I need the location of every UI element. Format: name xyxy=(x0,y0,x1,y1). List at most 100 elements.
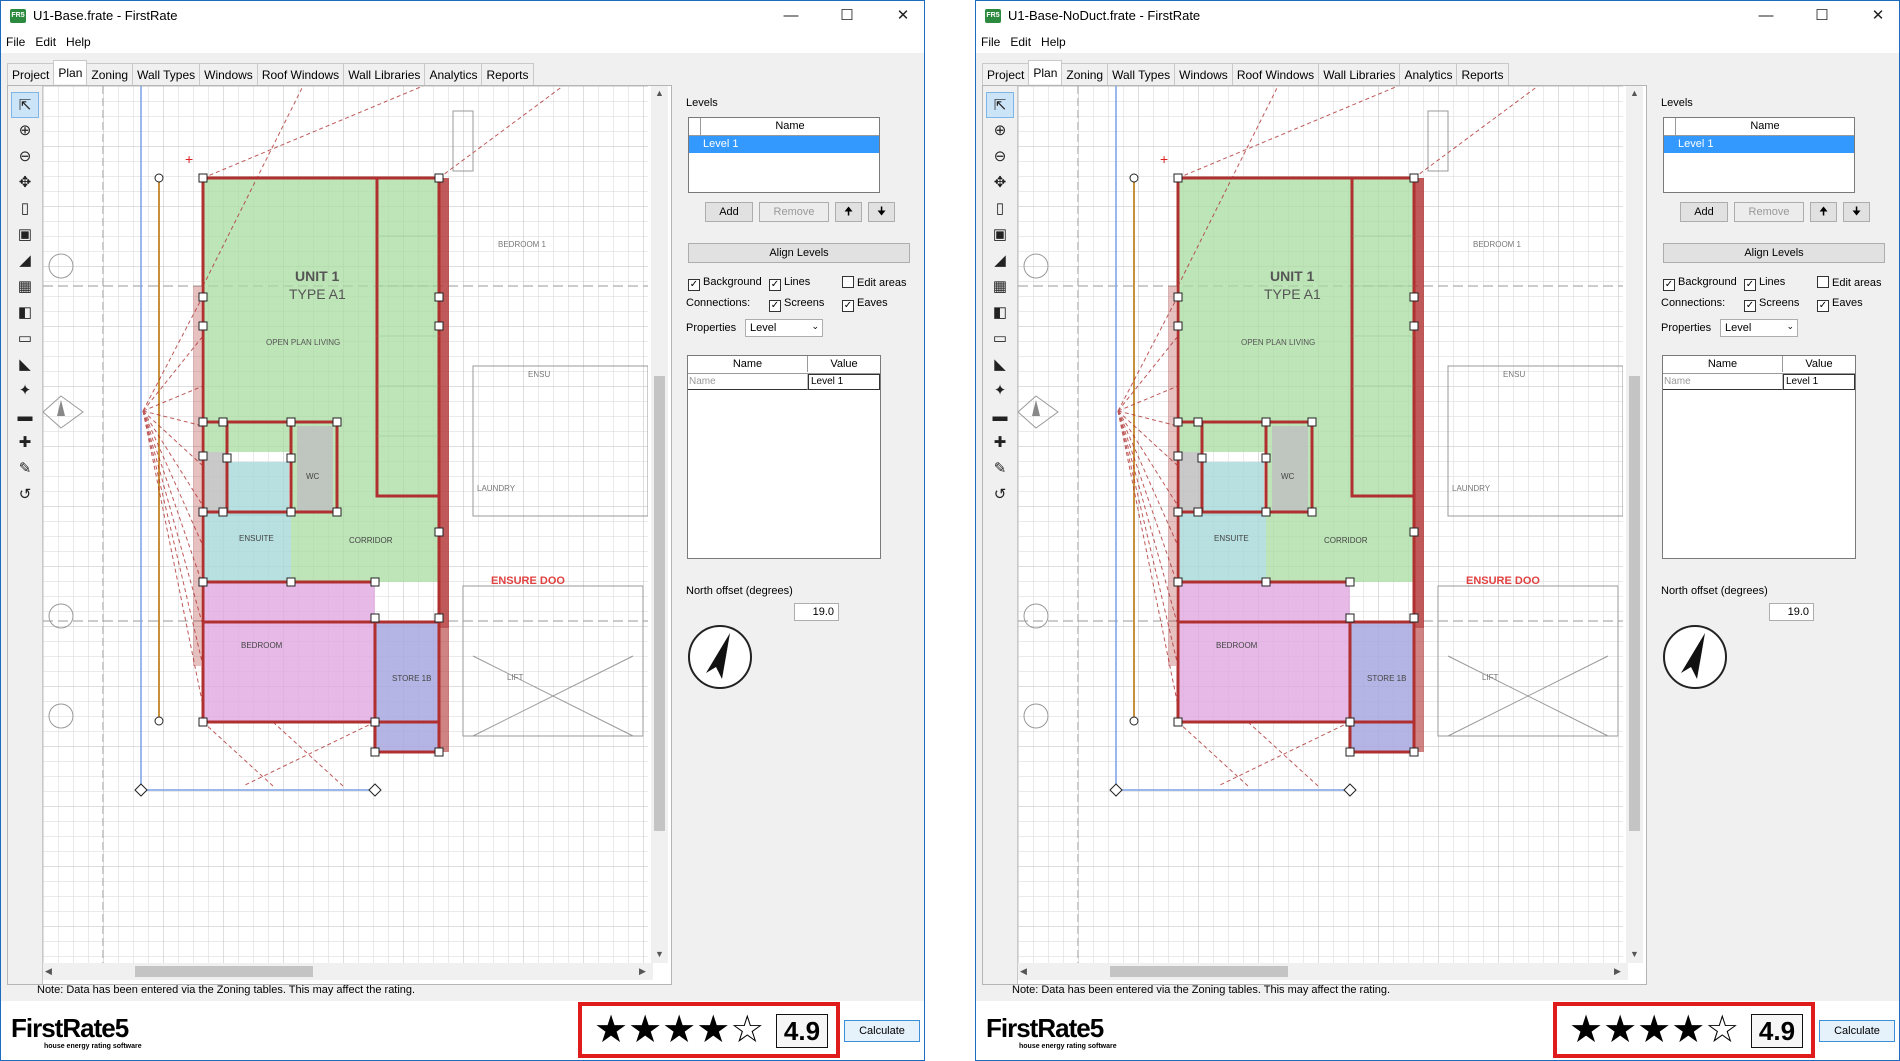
move-down-button[interactable]: 🠋 xyxy=(1843,202,1870,222)
tab-project[interactable]: Project xyxy=(982,63,1030,85)
draw-zone-icon[interactable]: ▣ xyxy=(986,222,1014,248)
add-level-button[interactable]: Add xyxy=(705,202,753,222)
tab-analytics[interactable]: Analytics xyxy=(424,63,483,85)
tab-plan[interactable]: Plan xyxy=(1028,60,1063,84)
polygon-icon[interactable]: ✦ xyxy=(986,378,1014,404)
tab-reports[interactable]: Reports xyxy=(1456,63,1509,85)
window-icon[interactable]: ▦ xyxy=(986,274,1014,300)
horizontal-scrollbar[interactable]: ◀ ▶ xyxy=(1018,963,1628,980)
scroll-right-icon[interactable]: ▶ xyxy=(639,966,646,977)
scroll-down-icon[interactable]: ▼ xyxy=(1630,949,1639,959)
tab-project[interactable]: Project xyxy=(7,63,55,85)
remove-level-button[interactable]: Remove xyxy=(1734,202,1804,222)
scroll-right-icon[interactable]: ▶ xyxy=(1614,966,1621,977)
roof-icon[interactable]: ◢ xyxy=(986,248,1014,274)
properties-select[interactable]: Level ⌄ xyxy=(745,319,823,337)
tab-wall-libraries[interactable]: Wall Libraries xyxy=(1318,63,1401,85)
tab-windows[interactable]: Windows xyxy=(199,63,258,85)
tab-windows[interactable]: Windows xyxy=(1174,63,1233,85)
scroll-left-icon[interactable]: ◀ xyxy=(45,966,52,977)
door-icon[interactable]: ◧ xyxy=(986,300,1014,326)
window-icon[interactable]: ▦ xyxy=(11,274,39,300)
draw-zone-icon[interactable]: ▣ xyxy=(11,222,39,248)
dimension-icon[interactable]: ▬ xyxy=(986,404,1014,430)
eaves-checkbox[interactable]: ✓ Eaves xyxy=(842,297,888,312)
plan-canvas[interactable]: + UNIT 1 TYPE A1 OPEN PLAN LIVING WC ENS… xyxy=(43,86,648,963)
background-checkbox[interactable]: ✓ Background xyxy=(1663,276,1737,291)
screens-checkbox[interactable]: ✓ Screens xyxy=(1744,297,1799,312)
edit-areas-checkbox[interactable]: Edit areas xyxy=(1817,276,1882,289)
level-row-1[interactable]: Level 1 xyxy=(689,136,879,153)
scroll-up-icon[interactable]: ▲ xyxy=(655,88,664,98)
minimize-button[interactable]: — xyxy=(771,3,811,29)
align-levels-button[interactable]: Align Levels xyxy=(1663,243,1885,263)
tab-plan[interactable]: Plan xyxy=(53,60,88,84)
select-arrow-icon[interactable]: ⇱ xyxy=(11,92,39,118)
zoom-out-icon[interactable]: ⊖ xyxy=(986,144,1014,170)
properties-select[interactable]: Level ⌄ xyxy=(1720,319,1798,337)
menu-help[interactable]: Help xyxy=(1036,31,1071,49)
properties-grid[interactable]: Name Value Name Level 1 xyxy=(1662,355,1856,559)
point-icon[interactable]: ✚ xyxy=(11,430,39,456)
door-open-icon[interactable]: ▭ xyxy=(11,326,39,352)
draw-wall-icon[interactable]: ▯ xyxy=(986,196,1014,222)
door-icon[interactable]: ◧ xyxy=(11,300,39,326)
eave-icon[interactable]: ◣ xyxy=(11,352,39,378)
pan-icon[interactable]: ✥ xyxy=(986,170,1014,196)
zoom-in-icon[interactable]: ⊕ xyxy=(11,118,39,144)
draw-wall-icon[interactable]: ▯ xyxy=(11,196,39,222)
tab-reports[interactable]: Reports xyxy=(481,63,534,85)
zoom-in-icon[interactable]: ⊕ xyxy=(986,118,1014,144)
tab-zoning[interactable]: Zoning xyxy=(86,63,134,85)
tab-wall-types[interactable]: Wall Types xyxy=(1107,63,1176,85)
screens-checkbox[interactable]: ✓ Screens xyxy=(769,297,824,312)
eave-icon[interactable]: ◣ xyxy=(986,352,1014,378)
vertical-scroll-thumb[interactable] xyxy=(1629,376,1640,831)
close-button[interactable]: ✕ xyxy=(1858,3,1898,29)
dimension-icon[interactable]: ▬ xyxy=(11,404,39,430)
minimize-button[interactable]: — xyxy=(1746,3,1786,29)
move-up-button[interactable]: 🠉 xyxy=(1810,202,1837,222)
background-checkbox[interactable]: ✓ Background xyxy=(688,276,762,291)
tab-analytics[interactable]: Analytics xyxy=(1399,63,1458,85)
maximize-button[interactable]: ☐ xyxy=(827,3,867,29)
eraser-icon[interactable]: ✎ xyxy=(11,456,39,482)
move-up-button[interactable]: 🠉 xyxy=(835,202,862,222)
level-row-1[interactable]: Level 1 xyxy=(1664,136,1854,153)
lines-checkbox[interactable]: ✓ Lines xyxy=(769,276,810,291)
eaves-checkbox[interactable]: ✓ Eaves xyxy=(1817,297,1863,312)
scroll-up-icon[interactable]: ▲ xyxy=(1630,88,1639,98)
menu-edit[interactable]: Edit xyxy=(30,31,61,49)
vertical-scrollbar[interactable]: ▲ ▼ xyxy=(1626,86,1643,963)
scroll-down-icon[interactable]: ▼ xyxy=(655,949,664,959)
horizontal-scroll-thumb[interactable] xyxy=(1110,966,1288,977)
levels-grid[interactable]: Name Level 1 xyxy=(1663,117,1855,193)
menu-edit[interactable]: Edit xyxy=(1005,31,1036,49)
undo-icon[interactable]: ↺ xyxy=(11,482,39,508)
door-open-icon[interactable]: ▭ xyxy=(986,326,1014,352)
property-value-cell[interactable]: Level 1 xyxy=(808,374,880,390)
point-icon[interactable]: ✚ xyxy=(986,430,1014,456)
eraser-icon[interactable]: ✎ xyxy=(986,456,1014,482)
roof-icon[interactable]: ◢ xyxy=(11,248,39,274)
menu-file[interactable]: File xyxy=(976,31,1005,49)
edit-areas-checkbox[interactable]: Edit areas xyxy=(842,276,907,289)
tab-wall-libraries[interactable]: Wall Libraries xyxy=(343,63,426,85)
maximize-button[interactable]: ☐ xyxy=(1802,3,1842,29)
menu-help[interactable]: Help xyxy=(61,31,96,49)
tab-wall-types[interactable]: Wall Types xyxy=(132,63,201,85)
plan-canvas[interactable]: + UNIT 1 TYPE A1 OPEN PLAN LIVING WC ENS… xyxy=(1018,86,1623,963)
vertical-scrollbar[interactable]: ▲ ▼ xyxy=(651,86,668,963)
north-offset-input[interactable]: 19.0 xyxy=(1769,603,1814,621)
select-arrow-icon[interactable]: ⇱ xyxy=(986,92,1014,118)
tab-roof-windows[interactable]: Roof Windows xyxy=(256,63,345,85)
undo-icon[interactable]: ↺ xyxy=(986,482,1014,508)
property-value-cell[interactable]: Level 1 xyxy=(1783,374,1855,390)
close-button[interactable]: ✕ xyxy=(883,3,923,29)
add-level-button[interactable]: Add xyxy=(1680,202,1728,222)
horizontal-scroll-thumb[interactable] xyxy=(135,966,313,977)
tab-zoning[interactable]: Zoning xyxy=(1061,63,1109,85)
align-levels-button[interactable]: Align Levels xyxy=(688,243,910,263)
move-down-button[interactable]: 🠋 xyxy=(868,202,895,222)
remove-level-button[interactable]: Remove xyxy=(759,202,829,222)
